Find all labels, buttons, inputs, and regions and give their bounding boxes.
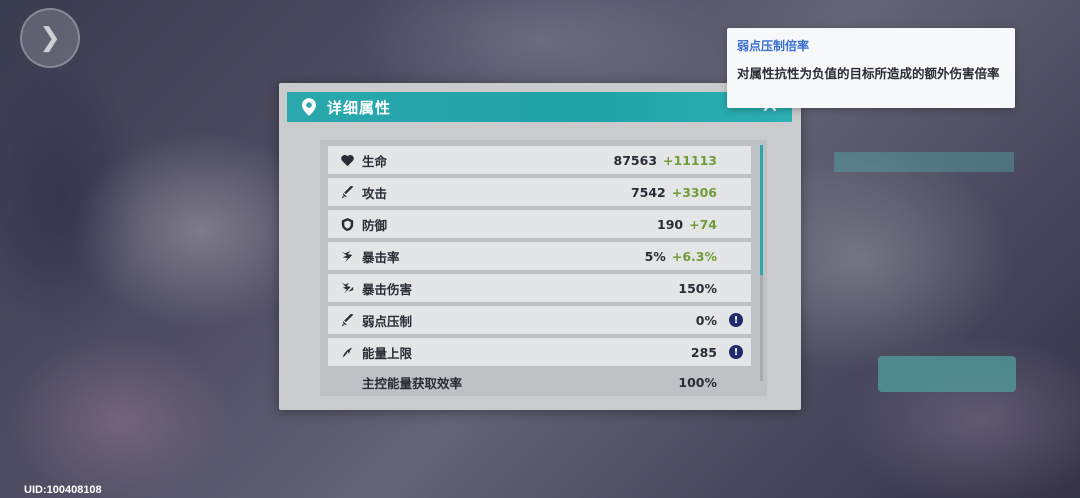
- detail-stats-panel: 详细属性 ✕ 生命 87563 +11113 攻击 7542 +3306: [279, 83, 801, 410]
- location-pin-icon: [299, 97, 319, 117]
- stat-row-energy-efficiency: 主控能量获取效率 100%: [328, 368, 751, 396]
- tooltip: 弱点压制倍率 对属性抗性为负值的目标所造成的额外伤害倍率: [727, 28, 1015, 108]
- stat-row-crit-rate: 暴击率 5% +6.3%: [328, 242, 751, 270]
- stat-value: 7542: [630, 184, 666, 200]
- uid-label: UID:100408108: [24, 484, 102, 496]
- panel-header: 详细属性 ✕: [287, 92, 792, 122]
- stat-value: 150%: [678, 280, 717, 296]
- stat-value: 190: [657, 216, 684, 232]
- background-panel-strip: [834, 152, 1014, 172]
- tooltip-title: 弱点压制倍率: [737, 39, 810, 53]
- weakness-icon: [340, 313, 354, 327]
- shield-icon: [340, 217, 354, 231]
- scrollbar[interactable]: [760, 145, 763, 381]
- heart-icon: [340, 153, 354, 167]
- stat-value: 0%: [695, 312, 717, 328]
- stat-row-weakness-suppression: 弱点压制 0% !: [328, 306, 751, 334]
- stat-bonus: +11113: [663, 152, 717, 168]
- info-icon[interactable]: !: [729, 345, 743, 359]
- stat-row-energy-cap: 能量上限 285 !: [328, 338, 751, 366]
- tooltip-body: 对属性抗性为负值的目标所造成的额外伤害倍率: [737, 66, 1000, 81]
- stat-value: 5%: [644, 248, 666, 264]
- energy-icon: [340, 345, 354, 359]
- crit-rate-icon: [340, 249, 354, 263]
- info-icon[interactable]: !: [729, 313, 743, 327]
- back-button-icon: ❯: [20, 8, 80, 68]
- panel-title: 详细属性: [327, 98, 392, 117]
- background-button: [878, 356, 1016, 392]
- stats-list[interactable]: 生命 87563 +11113 攻击 7542 +3306 防御 190 +74…: [320, 140, 767, 396]
- stat-value: 100%: [678, 374, 717, 390]
- stat-row-crit-damage: 暴击伤害 150%: [328, 274, 751, 302]
- scrollbar-thumb[interactable]: [760, 145, 763, 275]
- stat-value: 87563: [613, 152, 658, 168]
- sword-icon: [340, 185, 354, 199]
- stat-row-hp: 生命 87563 +11113: [328, 146, 751, 174]
- stat-name: 弱点压制: [362, 313, 413, 329]
- stat-row-defense: 防御 190 +74: [328, 210, 751, 238]
- stat-bonus: +74: [689, 216, 717, 232]
- stat-row-attack: 攻击 7542 +3306: [328, 178, 751, 206]
- stat-bonus: +3306: [671, 184, 717, 200]
- stat-bonus: +6.3%: [671, 248, 717, 264]
- stat-value: 285: [690, 344, 717, 360]
- crit-damage-icon: [340, 281, 354, 295]
